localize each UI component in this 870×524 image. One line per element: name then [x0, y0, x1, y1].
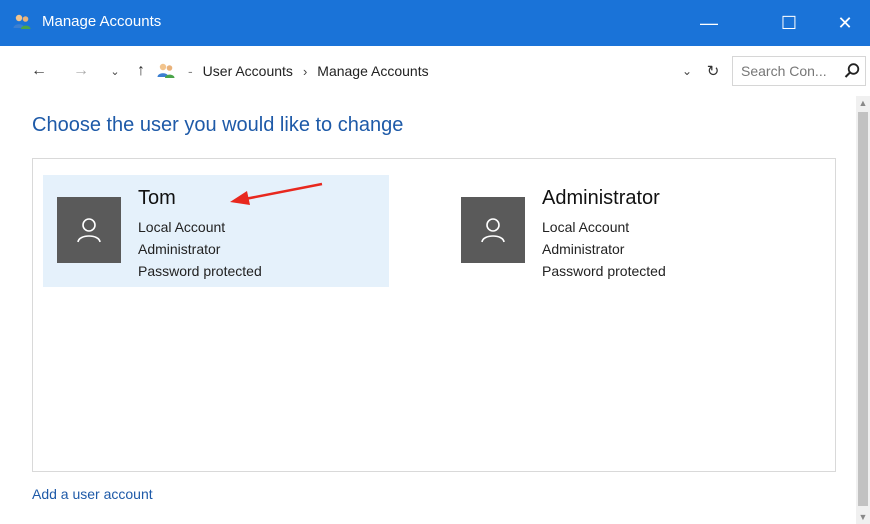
account-type: Local Account	[542, 219, 630, 235]
address-dropdown-button[interactable]: ⌄	[678, 60, 696, 82]
add-user-account-link[interactable]: Add a user account	[32, 486, 153, 502]
account-name: Administrator	[542, 187, 660, 209]
recent-locations-button[interactable]: ⌄	[104, 60, 126, 82]
search-icon[interactable]	[843, 62, 861, 80]
account-tile-administrator[interactable]: Administrator Local Account Administrato…	[447, 175, 793, 287]
account-status: Password protected	[138, 263, 262, 279]
search-input[interactable]: Search Con...	[732, 56, 866, 86]
refresh-button[interactable]: ↻	[702, 58, 724, 84]
close-button[interactable]: ✕	[822, 0, 868, 46]
page-heading: Choose the user you would like to change	[32, 114, 404, 136]
back-button[interactable]: ←	[28, 60, 50, 82]
user-avatar	[461, 197, 525, 263]
scroll-thumb[interactable]	[858, 112, 868, 506]
account-name: Tom	[138, 187, 176, 209]
scroll-down-arrow[interactable]: ▼	[856, 510, 870, 524]
user-avatar-icon	[481, 218, 505, 243]
breadcrumb-manage-accounts[interactable]: Manage Accounts	[317, 63, 428, 79]
accounts-panel: Tom Local Account Administrator Password…	[32, 158, 836, 472]
account-role: Administrator	[542, 241, 625, 257]
account-type: Local Account	[138, 219, 226, 235]
breadcrumb-user-accounts[interactable]: User Accounts	[203, 63, 293, 79]
account-status: Password protected	[542, 263, 666, 279]
breadcrumb-separator[interactable]: ›	[303, 64, 307, 79]
navigation-bar: ← → ⌄ ↑ - User Accounts › Manage Account…	[0, 46, 870, 96]
breadcrumb-overflow[interactable]: -	[188, 63, 193, 79]
forward-button[interactable]: →	[70, 60, 92, 82]
maximize-button[interactable]: ☐	[766, 0, 812, 46]
title-bar: Manage Accounts — ☐ ✕	[0, 0, 870, 46]
search-placeholder: Search Con...	[741, 63, 827, 79]
scroll-up-arrow[interactable]: ▲	[856, 96, 870, 110]
manage-accounts-window: Manage Accounts — ☐ ✕ ← → ⌄ ↑ - User Acc…	[0, 0, 870, 524]
user-avatar-icon	[77, 218, 101, 243]
vertical-scrollbar[interactable]: ▲ ▼	[856, 96, 870, 524]
account-role: Administrator	[138, 241, 221, 257]
minimize-button[interactable]: —	[686, 0, 732, 46]
address-bar[interactable]: - User Accounts › Manage Accounts	[156, 58, 726, 84]
users-icon	[157, 63, 175, 78]
user-avatar	[57, 197, 121, 263]
up-button[interactable]: ↑	[130, 60, 152, 82]
window-title: Manage Accounts	[42, 13, 162, 30]
account-tile-tom[interactable]: Tom Local Account Administrator Password…	[43, 175, 389, 287]
users-icon	[13, 14, 31, 29]
